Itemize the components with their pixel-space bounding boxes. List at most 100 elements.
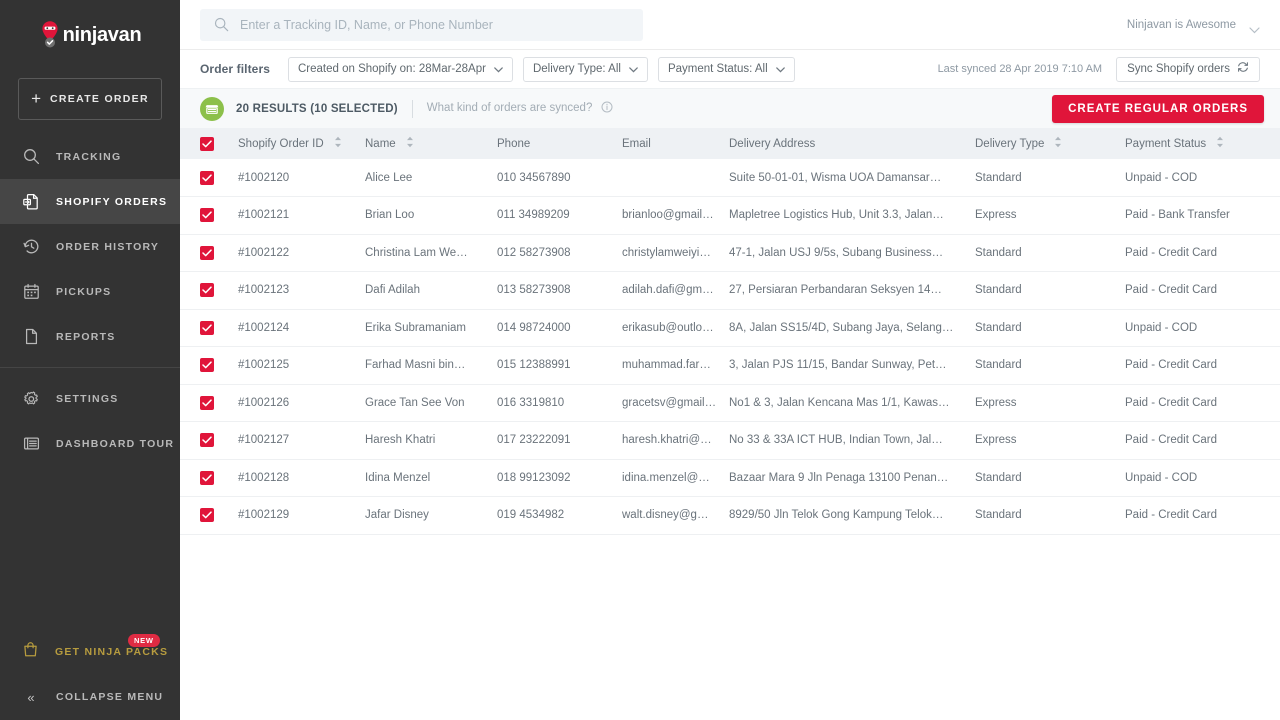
cell-payment-status: Paid - Credit Card <box>1125 271 1280 310</box>
filter-bar: Order filters Created on Shopify on: 28M… <box>180 50 1280 88</box>
cell-delivery-address: Suite 50-01-01, Wisma UOA Damansar… <box>729 159 975 197</box>
table-row[interactable]: #1002128 Idina Menzel 018 99123092 idina.me… <box>180 459 1280 497</box>
cell-payment-status: Paid - Credit Card <box>1125 421 1280 460</box>
table-row[interactable]: #1002127 Haresh Khatri 017 23222091 haresh.… <box>180 421 1280 460</box>
sidebar-item-get-ninja-packs[interactable]: GET NINJA PACKS NEW <box>0 629 180 674</box>
cell-delivery-type: Standard <box>975 496 1125 535</box>
filter-payment-status[interactable]: Payment Status: All <box>657 56 795 82</box>
row-checkbox[interactable] <box>200 508 214 523</box>
table-row[interactable]: #1002121 Brian Loo 011 34989209 brianloo@gm… <box>180 196 1280 235</box>
cell-name: Farhad Masni bin… <box>365 346 497 385</box>
header-shopify-order-id[interactable]: Shopify Order ID <box>238 128 365 159</box>
orders-synced-help[interactable]: What kind of orders are synced? <box>427 101 613 116</box>
table-row[interactable]: #1002123 Dafi Adilah 013 58273908 adilah.da… <box>180 271 1280 310</box>
cell-phone: 015 12388991 <box>497 346 622 385</box>
row-checkbox-cell <box>180 346 238 385</box>
cell-payment-status: Unpaid - COD <box>1125 459 1280 497</box>
table-row[interactable]: #1002125 Farhad Masni bin… 015 12388991 muh… <box>180 346 1280 385</box>
sidebar-item-order-history[interactable]: ORDER HISTORY <box>0 224 180 269</box>
header-phone: Phone <box>497 128 622 159</box>
filter-delivery-type[interactable]: Delivery Type: All <box>522 56 648 82</box>
cell-email: walt.disney@g… <box>622 496 729 535</box>
cell-delivery-address: 3, Jalan PJS 11/15, Bandar Sunway, Pet… <box>729 346 975 385</box>
filter-created-on-shopify[interactable]: Created on Shopify on: 28Mar-28Apr <box>288 56 513 82</box>
cell-delivery-type: Standard <box>975 459 1125 497</box>
header-name[interactable]: Name <box>365 128 497 159</box>
header-payment-status[interactable]: Payment Status <box>1125 128 1280 159</box>
sidebar-item-settings[interactable]: SETTINGS <box>0 376 180 421</box>
sort-icon[interactable] <box>406 136 414 151</box>
cell-delivery-type: Express <box>975 421 1125 460</box>
cell-shopify-order-id: #1002120 <box>238 159 365 197</box>
info-icon[interactable] <box>601 101 613 116</box>
table-row[interactable]: #1002129 Jafar Disney 019 4534982 walt.disn… <box>180 496 1280 535</box>
row-checkbox[interactable] <box>200 470 214 485</box>
row-checkbox-cell <box>180 234 238 272</box>
sidebar-item-label: TRACKING <box>56 150 122 163</box>
row-checkbox[interactable] <box>200 208 214 223</box>
sidebar: ninjavan + CREATE ORDER TRACKING SHOPIFY… <box>0 0 180 720</box>
cell-delivery-address: 47-1, Jalan USJ 9/5s, Subang Business… <box>729 234 975 272</box>
row-checkbox[interactable] <box>200 358 214 373</box>
table-row[interactable]: #1002120 Alice Lee 010 34567890 Suite 50-01… <box>180 159 1280 197</box>
collapse-menu-button[interactable]: « COLLAPSE MENU <box>0 674 180 720</box>
filter-chip-label: Payment Status: All <box>667 63 768 75</box>
header-label: Name <box>365 137 396 150</box>
header-label: Shopify Order ID <box>238 137 324 150</box>
gear-icon <box>22 390 40 408</box>
create-order-button[interactable]: + CREATE ORDER <box>18 78 162 120</box>
table-row[interactable]: #1002124 Erika Subramaniam 014 98724000 eri… <box>180 309 1280 347</box>
cell-shopify-order-id: #1002128 <box>238 459 365 497</box>
select-all-checkbox[interactable] <box>200 136 214 151</box>
row-checkbox[interactable] <box>200 283 214 298</box>
cell-phone: 010 34567890 <box>497 159 622 197</box>
chevron-down-icon <box>775 60 785 78</box>
history-clock-icon <box>22 238 40 256</box>
row-checkbox[interactable] <box>200 395 214 410</box>
sort-icon[interactable] <box>334 136 342 151</box>
create-order-label: CREATE ORDER <box>50 93 149 105</box>
row-checkbox-cell <box>180 384 238 422</box>
row-checkbox-cell <box>180 271 238 310</box>
table-row[interactable]: #1002126 Grace Tan See Von 016 3319810 grac… <box>180 384 1280 422</box>
global-search[interactable] <box>200 8 643 41</box>
sidebar-item-pickups[interactable]: PICKUPS <box>0 269 180 314</box>
header-delivery-address: Delivery Address <box>729 128 975 159</box>
cell-name: Jafar Disney <box>365 496 497 535</box>
row-checkbox[interactable] <box>200 245 214 260</box>
table-row[interactable]: #1002122 Christina Lam We… 012 58273908 chr… <box>180 234 1280 272</box>
sidebar-item-reports[interactable]: REPORTS <box>0 314 180 359</box>
create-regular-orders-button[interactable]: CREATE REGULAR ORDERS <box>1052 94 1264 123</box>
cell-email: haresh.khatri@… <box>622 421 729 460</box>
sidebar-item-label: ORDER HISTORY <box>56 240 160 253</box>
cell-payment-status: Paid - Credit Card <box>1125 346 1280 385</box>
cell-phone: 011 34989209 <box>497 196 622 235</box>
row-checkbox[interactable] <box>200 320 214 335</box>
results-divider <box>411 99 413 118</box>
ninja-pin-icon <box>39 20 61 50</box>
sync-shopify-orders-button[interactable]: Sync Shopify orders <box>1116 56 1260 82</box>
cell-delivery-address: No1 & 3, Jalan Kencana Mas 1/1, Kawas… <box>729 384 975 422</box>
header-label: Email <box>622 137 651 150</box>
sidebar-item-shopify-orders[interactable]: SHOPIFY ORDERS <box>0 179 180 224</box>
sidebar-item-tracking[interactable]: TRACKING <box>0 134 180 179</box>
cell-delivery-address: 8929/50 Jln Telok Gong Kampung Telok… <box>729 496 975 535</box>
brand-logo[interactable]: ninjavan <box>0 0 180 70</box>
user-menu[interactable]: Ninjavan is Awesome <box>1127 19 1260 34</box>
header-delivery-type[interactable]: Delivery Type <box>975 128 1125 159</box>
sidebar-item-dashboard-tour[interactable]: DASHBOARD TOUR <box>0 421 180 466</box>
cell-name: Dafi Adilah <box>365 271 497 310</box>
sort-icon[interactable] <box>1054 136 1062 151</box>
cell-delivery-address: 8A, Jalan SS15/4D, Subang Jaya, Selang… <box>729 309 975 347</box>
cell-delivery-address: No 33 & 33A ICT HUB, Indian Town, Jal… <box>729 421 975 460</box>
row-checkbox[interactable] <box>200 170 214 185</box>
sort-icon[interactable] <box>1216 136 1224 151</box>
row-checkbox[interactable] <box>200 433 214 448</box>
search-input[interactable] <box>240 17 629 32</box>
sidebar-footer: GET NINJA PACKS NEW « COLLAPSE MENU <box>0 629 180 720</box>
cell-delivery-address: Bazaar Mara 9 Jln Penaga 13100 Penan… <box>729 459 975 497</box>
cell-email: christylamweiyi… <box>622 234 729 272</box>
cell-shopify-order-id: #1002125 <box>238 346 365 385</box>
cell-shopify-order-id: #1002127 <box>238 421 365 460</box>
cell-email: idina.menzel@… <box>622 459 729 497</box>
